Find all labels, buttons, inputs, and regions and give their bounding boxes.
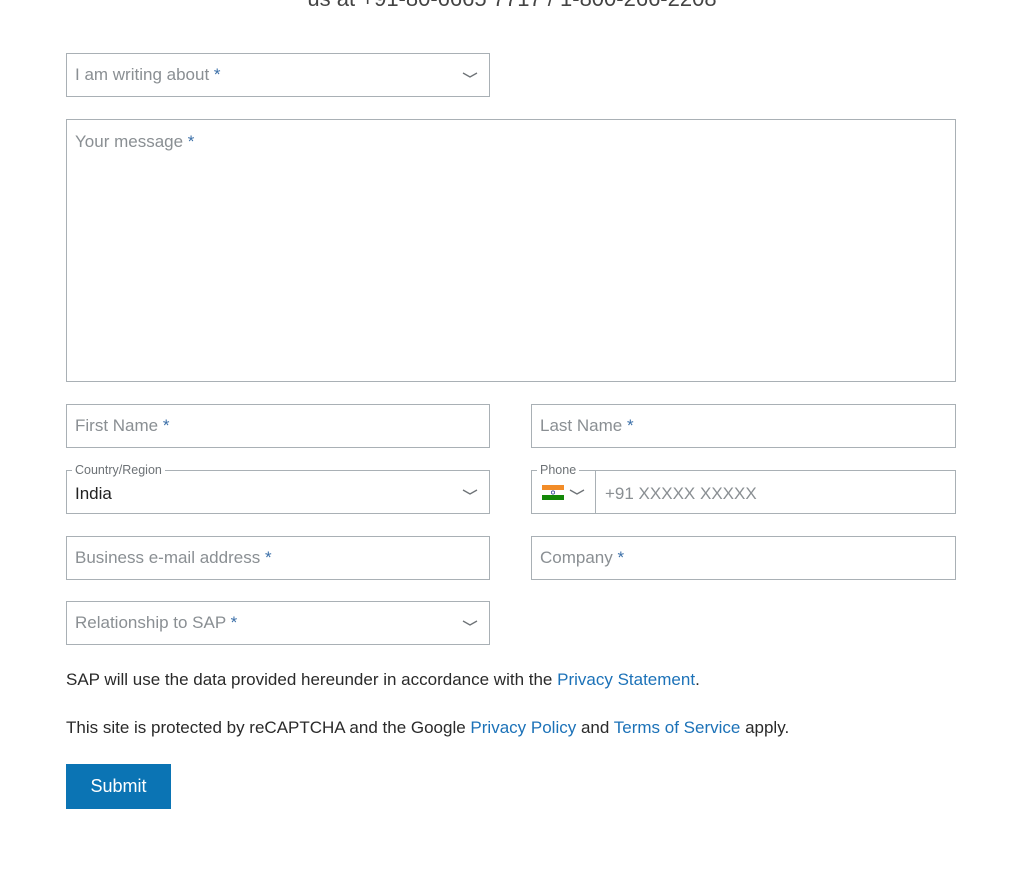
india-flag-icon <box>542 485 564 500</box>
contact-line: us at +91-80-6665 7717 / 1-800-266-2208 <box>0 0 1024 12</box>
country-code-select[interactable] <box>532 471 596 513</box>
privacy-policy-link[interactable]: Privacy Policy <box>470 718 576 737</box>
chevron-down-icon <box>462 620 478 626</box>
message-placeholder: Your message * <box>75 132 195 151</box>
company-placeholder: Company * <box>540 548 625 567</box>
topic-placeholder: I am writing about * <box>75 65 221 84</box>
relationship-placeholder: Relationship to SAP * <box>75 613 238 632</box>
chevron-down-icon <box>462 489 478 495</box>
privacy-notice: SAP will use the data provided hereunder… <box>66 670 700 689</box>
country-value: India <box>75 484 112 503</box>
terms-of-service-link[interactable]: Terms of Service <box>614 718 741 737</box>
relationship-select[interactable]: Relationship to SAP * <box>66 601 490 645</box>
chevron-down-icon <box>569 489 585 495</box>
last-name-input[interactable]: Last Name * <box>531 404 956 448</box>
message-textarea[interactable]: Your message * <box>66 119 956 382</box>
email-placeholder: Business e-mail address * <box>75 548 272 567</box>
phone-input[interactable]: +91 XXXXX XXXXX <box>605 484 757 504</box>
email-input[interactable]: Business e-mail address * <box>66 536 490 580</box>
recaptcha-notice: This site is protected by reCAPTCHA and … <box>66 718 790 737</box>
first-name-input[interactable]: First Name * <box>66 404 490 448</box>
country-select[interactable]: Country/Region India <box>66 463 490 514</box>
last-name-placeholder: Last Name * <box>540 416 634 435</box>
submit-button[interactable]: Submit <box>66 764 171 809</box>
phone-field: Phone +91 XXXXX XXXXX <box>531 463 956 514</box>
first-name-placeholder: First Name * <box>75 416 170 435</box>
chevron-down-icon <box>462 72 478 78</box>
topic-select[interactable]: I am writing about * <box>66 53 490 97</box>
country-label: Country/Region <box>72 463 165 477</box>
company-input[interactable]: Company * <box>531 536 956 580</box>
privacy-statement-link[interactable]: Privacy Statement <box>557 670 695 689</box>
